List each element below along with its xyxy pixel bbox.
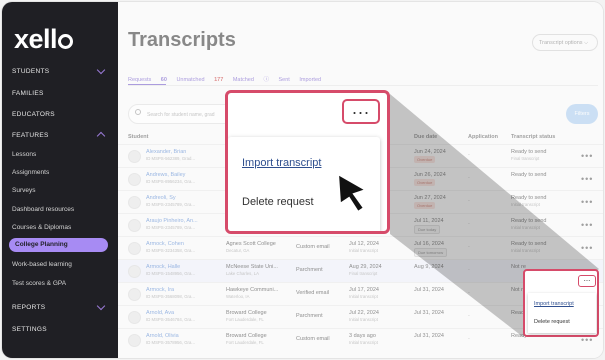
cursor-arrow-icon [336,172,369,214]
zoomed-more-actions-button[interactable]: ... [342,99,380,124]
cursor-shape [336,172,369,214]
import-transcript-item[interactable]: Import transcript [534,301,574,307]
row-action-popup: ... Import transcript Delete request [523,269,599,337]
zoomed-import-transcript[interactable]: Import transcript [242,157,321,169]
row-action-menu: Import transcript Delete request [528,293,596,333]
app-window: xell STUDENTS FAMILIES EDUCATORS FEATURE… [2,2,603,358]
zoomed-delete-request[interactable]: Delete request [242,196,314,208]
more-actions-button[interactable]: ... [578,275,596,287]
delete-request-item[interactable]: Delete request [534,319,570,325]
